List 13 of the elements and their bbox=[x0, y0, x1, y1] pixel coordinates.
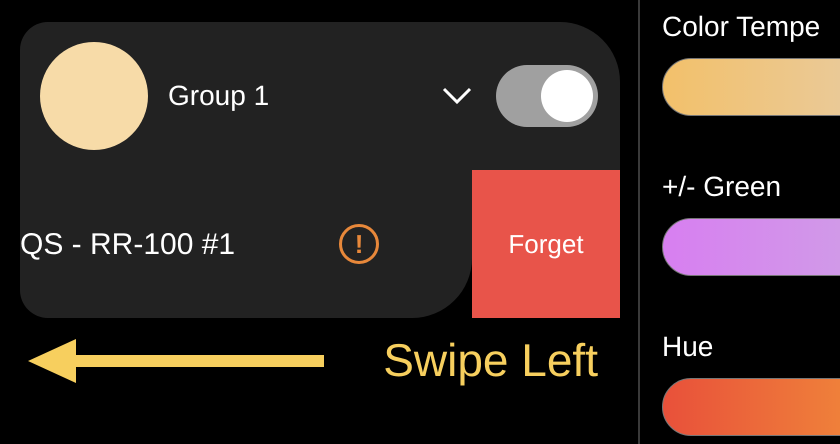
slider-label: Color Tempe bbox=[662, 10, 822, 44]
device-name: QS - RR-100 #1 bbox=[20, 226, 236, 262]
slider-track[interactable] bbox=[662, 378, 840, 436]
group-title: Group 1 bbox=[168, 79, 270, 113]
forget-button[interactable]: Forget bbox=[472, 170, 620, 318]
swipe-instruction: Swipe Left bbox=[383, 333, 598, 388]
arrow-left-icon bbox=[28, 338, 324, 382]
slider-track[interactable] bbox=[662, 58, 840, 116]
warning-icon: ! bbox=[339, 224, 380, 264]
slider-label: Hue bbox=[662, 330, 714, 364]
slider-label: +/- Green bbox=[662, 170, 782, 204]
chevron-down-icon[interactable] bbox=[442, 87, 472, 105]
slider-track[interactable] bbox=[662, 218, 840, 276]
